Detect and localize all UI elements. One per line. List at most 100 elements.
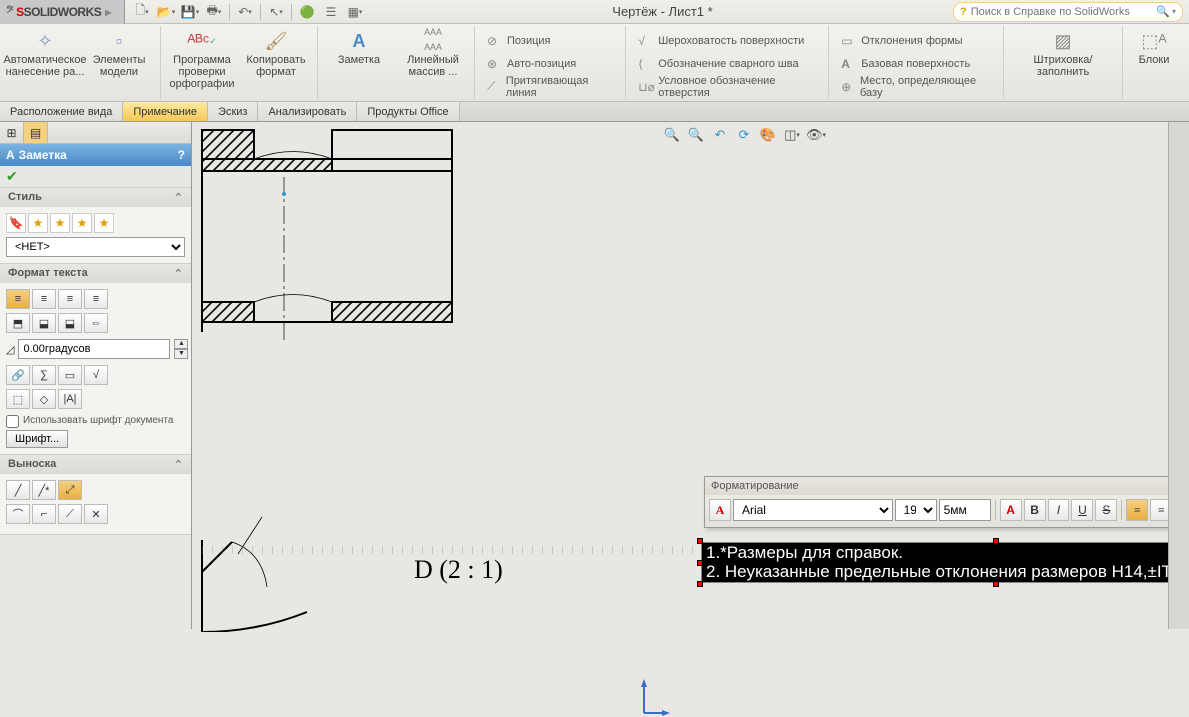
insert-surf[interactable]: √: [84, 365, 108, 385]
font-family-select[interactable]: Arial: [733, 499, 893, 521]
ok-button[interactable]: ✔: [6, 168, 18, 185]
valign-top[interactable]: ⬒: [6, 313, 30, 333]
angle-input[interactable]: [18, 339, 170, 359]
tab-annotation[interactable]: Примечание: [123, 102, 208, 121]
geo-tolerance-button[interactable]: ▭Отклонения формы: [837, 30, 995, 51]
btn-c[interactable]: |A|: [58, 389, 82, 409]
balloon-button[interactable]: ⊘Позиция: [483, 30, 617, 51]
search-input[interactable]: [971, 6, 1157, 18]
insert-link[interactable]: 🔗: [6, 365, 30, 385]
tab-view-layout[interactable]: Расположение вида: [0, 102, 123, 121]
prev-view[interactable]: ↶: [710, 125, 730, 145]
leader-4[interactable]: ⌒: [6, 504, 30, 524]
tab-office[interactable]: Продукты Office: [357, 102, 459, 121]
note-line-2[interactable]: 2. Неуказанные предельные отклонения раз…: [706, 563, 1189, 582]
strike-btn[interactable]: S: [1095, 499, 1117, 521]
font-button[interactable]: Шрифт...: [6, 430, 68, 448]
style-del-fav[interactable]: ★: [50, 213, 70, 233]
auto-dimension-button[interactable]: ✧Автоматическое нанесение ра...: [8, 28, 82, 80]
btn-a[interactable]: ⬚: [6, 389, 30, 409]
align-r-btn[interactable]: ≡: [1174, 499, 1189, 521]
auto-balloon-button[interactable]: ⊛Авто-позиция: [483, 53, 617, 74]
btn-b[interactable]: ◇: [32, 389, 56, 409]
font-height-input[interactable]: [939, 499, 991, 521]
drawing-canvas[interactable]: ⊞ ⊡ 🔍 🔍 ↶ ⟳ 🎨 ◫▾ 👁▾: [192, 122, 1189, 629]
linear-pattern-button[interactable]: ᴬᴬᴬᴬᴬᴬЛинейный массив ...: [396, 28, 470, 80]
search-dropdown[interactable]: ▾: [1172, 7, 1176, 16]
leader-5[interactable]: ⌐: [32, 504, 56, 524]
new-button[interactable]: 🗋▾: [131, 2, 153, 22]
surface-finish-button[interactable]: √Шероховатость поверхности: [634, 30, 820, 51]
valign-mid[interactable]: ⬓: [32, 313, 56, 333]
view-orient[interactable]: 🎨: [758, 125, 778, 145]
textformat-section-header[interactable]: Формат текста⌃: [0, 264, 191, 283]
fit-text[interactable]: ⇔: [84, 313, 108, 333]
font-size-select[interactable]: 19: [895, 499, 937, 521]
align-right[interactable]: ≡: [58, 289, 82, 309]
spellcheck-button[interactable]: ᴬᴮᶜ✓Программа проверки орфографии: [165, 28, 239, 92]
insert-geom[interactable]: ▭: [58, 365, 82, 385]
style-apply[interactable]: 🔖: [6, 213, 26, 233]
leader-2[interactable]: ╱*: [32, 480, 56, 500]
display-style[interactable]: ◫▾: [782, 125, 802, 145]
tab-evaluate[interactable]: Анализировать: [258, 102, 357, 121]
tab-sketch[interactable]: Эскиз: [208, 102, 258, 121]
help-search[interactable]: ? 🔍 ▾: [953, 2, 1183, 22]
angle-up[interactable]: ▲: [174, 339, 188, 349]
bold-a[interactable]: A: [1000, 499, 1022, 521]
magnet-line-button[interactable]: ⟋Притягивающая линия: [483, 76, 617, 97]
formatting-toolbar[interactable]: Форматирование ▬ A Arial 19 A B I U S ≡ …: [704, 476, 1189, 528]
tp-1[interactable]: ⊞: [1169, 122, 1187, 140]
use-doc-font-check[interactable]: [6, 415, 19, 428]
leader-1[interactable]: ╱: [6, 480, 30, 500]
rebuild-button[interactable]: 🟢: [296, 2, 318, 22]
align-justify[interactable]: ≡: [84, 289, 108, 309]
align-left[interactable]: ≡: [6, 289, 30, 309]
valign-bot[interactable]: ⬓: [58, 313, 82, 333]
zoom-area[interactable]: 🔍: [686, 125, 706, 145]
bold-btn[interactable]: B: [1024, 499, 1046, 521]
hide-show[interactable]: 👁▾: [806, 125, 826, 145]
leader-3[interactable]: ⤢: [58, 480, 82, 500]
align-c-btn[interactable]: ≡: [1150, 499, 1172, 521]
hole-callout-button[interactable]: ⊔⌀Условное обозначение отверстия: [634, 76, 820, 97]
style-load[interactable]: ★: [94, 213, 114, 233]
font-color-btn[interactable]: A: [709, 499, 731, 521]
note-edit-box[interactable]: 1.*Размеры для справок. 2. Неуказанные п…: [701, 542, 1189, 583]
pm-tab-1[interactable]: ⊞: [0, 122, 24, 143]
zoom-fit[interactable]: 🔍: [662, 125, 682, 145]
italic-btn[interactable]: I: [1048, 499, 1070, 521]
app-logo[interactable]: 𝄢 SSOLIDWORKS ▸: [0, 0, 125, 24]
leader-6[interactable]: ⟋: [58, 504, 82, 524]
task-pane-tabs[interactable]: ⊞ ⊡: [1169, 122, 1187, 158]
leader-7[interactable]: ✕: [84, 504, 108, 524]
blocks-button[interactable]: ⬚ᴬБлоки: [1127, 28, 1181, 68]
format-painter-button[interactable]: 🖌Копировать формат: [239, 28, 313, 80]
tp-2[interactable]: ⊡: [1169, 140, 1187, 158]
note-button[interactable]: AЗаметка: [322, 28, 396, 68]
section-view[interactable]: ⟳: [734, 125, 754, 145]
pm-help-button[interactable]: ?: [178, 148, 185, 162]
leader-section-header[interactable]: Выноска⌃: [0, 455, 191, 474]
save-button[interactable]: 💾▾: [179, 2, 201, 22]
print-button[interactable]: 🖶▾: [203, 2, 225, 22]
style-save[interactable]: ★: [72, 213, 92, 233]
undo-button[interactable]: ↶▾: [234, 2, 256, 22]
note-line-1[interactable]: 1.*Размеры для справок.: [706, 544, 903, 563]
open-button[interactable]: 📂▾: [155, 2, 177, 22]
model-items-button[interactable]: ▫Элементы модели: [82, 28, 156, 80]
hatch-fill-button[interactable]: ▨Штриховка/заполнить: [1008, 28, 1118, 80]
options2-button[interactable]: ▦▾: [344, 2, 366, 22]
select-button[interactable]: ↖▾: [265, 2, 287, 22]
weld-symbol-button[interactable]: ⟨Обозначение сварного шва: [634, 53, 820, 74]
style-select[interactable]: <НЕТ>: [6, 237, 185, 257]
insert-symbol[interactable]: ∑: [32, 365, 56, 385]
align-center[interactable]: ≡: [32, 289, 56, 309]
underline-btn[interactable]: U: [1071, 499, 1093, 521]
options-button[interactable]: ☰: [320, 2, 342, 22]
angle-down[interactable]: ▼: [174, 349, 188, 359]
datum-feature-button[interactable]: AБазовая поверхность: [837, 53, 995, 74]
style-add-fav[interactable]: ★: [28, 213, 48, 233]
style-section-header[interactable]: Стиль⌃: [0, 188, 191, 207]
fmt-toolbar-title[interactable]: Форматирование ▬: [705, 477, 1189, 495]
